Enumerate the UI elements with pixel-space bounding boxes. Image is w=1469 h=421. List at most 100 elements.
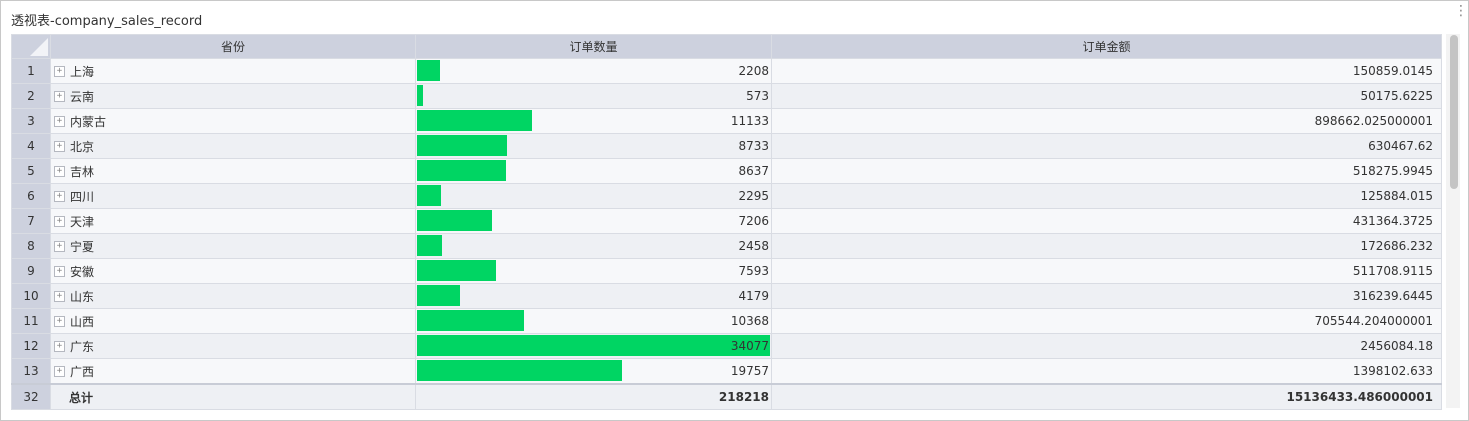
province-name: 宁夏 — [70, 239, 95, 254]
data-bar — [417, 135, 507, 156]
order-qty-value: 2295 — [738, 189, 769, 203]
table-row[interactable]: 6 + 四川 2295 125884.015 — [11, 183, 1442, 209]
plus-square-icon[interactable]: + — [54, 90, 65, 102]
order-qty-value: 2458 — [738, 239, 769, 253]
province-cell: + 北京 — [50, 133, 416, 159]
order-qty-value: 7593 — [738, 264, 769, 278]
table-row[interactable]: 8 + 宁夏 2458 172686.232 — [11, 233, 1442, 259]
corner-triangle-icon — [30, 38, 48, 56]
table-row[interactable]: 1 + 上海 2208 150859.0145 — [11, 58, 1442, 84]
data-bar — [417, 185, 441, 206]
row-number: 6 — [11, 183, 51, 209]
plus-square-icon[interactable]: + — [54, 165, 65, 177]
order-qty-value: 7206 — [738, 214, 769, 228]
table-row[interactable]: 9 + 安徽 7593 511708.9115 — [11, 258, 1442, 284]
plus-square-icon[interactable]: + — [54, 365, 65, 377]
total-order-qty: 218218 — [415, 383, 772, 410]
row-number: 8 — [11, 233, 51, 259]
province-name: 山东 — [70, 289, 95, 304]
table-row[interactable]: 10 + 山东 4179 316239.6445 — [11, 283, 1442, 309]
row-number: 2 — [11, 83, 51, 109]
table-row[interactable]: 2 + 云南 573 50175.6225 — [11, 83, 1442, 109]
order-qty-cell: 2458 — [415, 233, 772, 259]
order-qty-value: 10368 — [730, 314, 769, 328]
data-bar — [417, 60, 440, 81]
order-amount-cell: 705544.204000001 — [771, 308, 1442, 334]
select-all-corner[interactable] — [11, 34, 51, 59]
order-amount-cell: 511708.9115 — [771, 258, 1442, 284]
order-amount-cell: 2456084.18 — [771, 333, 1442, 359]
order-qty-cell: 7206 — [415, 208, 772, 234]
plus-square-icon[interactable]: + — [54, 65, 65, 77]
plus-square-icon[interactable]: + — [54, 265, 65, 277]
plus-square-icon[interactable]: + — [54, 115, 65, 127]
plus-square-icon[interactable]: + — [54, 290, 65, 302]
order-amount-cell: 172686.232 — [771, 233, 1442, 259]
plus-square-icon[interactable]: + — [54, 340, 65, 352]
province-cell: + 云南 — [50, 83, 416, 109]
plus-square-icon[interactable]: + — [54, 140, 65, 152]
table-row[interactable]: 11 + 山西 10368 705544.204000001 — [11, 308, 1442, 334]
data-bar — [417, 260, 496, 281]
province-name: 吉林 — [70, 164, 95, 179]
province-cell: + 安徽 — [50, 258, 416, 284]
province-name: 广东 — [70, 339, 95, 354]
plus-square-icon[interactable]: + — [54, 240, 65, 252]
data-bar — [417, 110, 532, 131]
total-row: 32 总计 218218 15136433.486000001 — [11, 383, 1442, 410]
data-bar — [417, 335, 770, 356]
table-row[interactable]: 5 + 吉林 8637 518275.9945 — [11, 158, 1442, 184]
row-number: 7 — [11, 208, 51, 234]
order-qty-value: 2208 — [738, 64, 769, 78]
order-qty-value: 11133 — [730, 114, 769, 128]
plus-square-icon[interactable]: + — [54, 190, 65, 202]
order-qty-cell: 2295 — [415, 183, 772, 209]
row-number: 10 — [11, 283, 51, 309]
order-amount-cell: 1398102.633 — [771, 358, 1442, 385]
table-row[interactable]: 12 + 广东 34077 2456084.18 — [11, 333, 1442, 359]
pivot-table: 省份 订单数量 订单金额 1 + 上海 2208 150859.0145 2 + 云南 573 5… — [11, 34, 1442, 410]
order-qty-cell: 8637 — [415, 158, 772, 184]
order-qty-cell: 11133 — [415, 108, 772, 134]
order-qty-value: 19757 — [730, 364, 769, 378]
order-qty-value: 573 — [746, 89, 769, 103]
province-cell: + 吉林 — [50, 158, 416, 184]
order-amount-cell: 431364.3725 — [771, 208, 1442, 234]
province-cell: + 天津 — [50, 208, 416, 234]
order-qty-cell: 2208 — [415, 58, 772, 84]
province-cell: + 山西 — [50, 308, 416, 334]
province-name: 上海 — [70, 64, 95, 79]
row-number: 32 — [11, 383, 51, 410]
order-amount-cell: 898662.025000001 — [771, 108, 1442, 134]
header-row: 省份 订单数量 订单金额 — [11, 34, 1442, 59]
total-label: 总计 — [50, 383, 416, 410]
order-qty-value: 8637 — [738, 164, 769, 178]
order-qty-cell: 34077 — [415, 333, 772, 359]
data-bar — [417, 285, 460, 306]
data-bar — [417, 360, 622, 381]
table-row[interactable]: 4 + 北京 8733 630467.62 — [11, 133, 1442, 159]
province-cell: + 宁夏 — [50, 233, 416, 259]
province-name: 内蒙古 — [70, 114, 107, 129]
table-row[interactable]: 3 + 内蒙古 11133 898662.025000001 — [11, 108, 1442, 134]
province-name: 云南 — [70, 89, 95, 104]
more-vertical-icon[interactable]: ⋮ — [1454, 4, 1468, 25]
column-header-order-qty[interactable]: 订单数量 — [415, 34, 772, 59]
order-qty-value: 4179 — [738, 289, 769, 303]
data-bar — [417, 210, 492, 231]
column-header-order-amount[interactable]: 订单金额 — [771, 34, 1442, 59]
scrollbar-thumb[interactable] — [1450, 35, 1458, 189]
table-body: 1 + 上海 2208 150859.0145 2 + 云南 573 50175.6225 3 + 内蒙… — [11, 58, 1442, 385]
row-number: 3 — [11, 108, 51, 134]
province-name: 四川 — [70, 189, 95, 204]
row-number: 9 — [11, 258, 51, 284]
column-header-province[interactable]: 省份 — [50, 34, 416, 59]
table-row[interactable]: 7 + 天津 7206 431364.3725 — [11, 208, 1442, 234]
row-number: 11 — [11, 308, 51, 334]
plus-square-icon[interactable]: + — [54, 215, 65, 227]
plus-square-icon[interactable]: + — [54, 315, 65, 327]
order-qty-cell: 7593 — [415, 258, 772, 284]
table-row[interactable]: 13 + 广西 19757 1398102.633 — [11, 358, 1442, 385]
order-qty-cell: 573 — [415, 83, 772, 109]
row-number: 5 — [11, 158, 51, 184]
